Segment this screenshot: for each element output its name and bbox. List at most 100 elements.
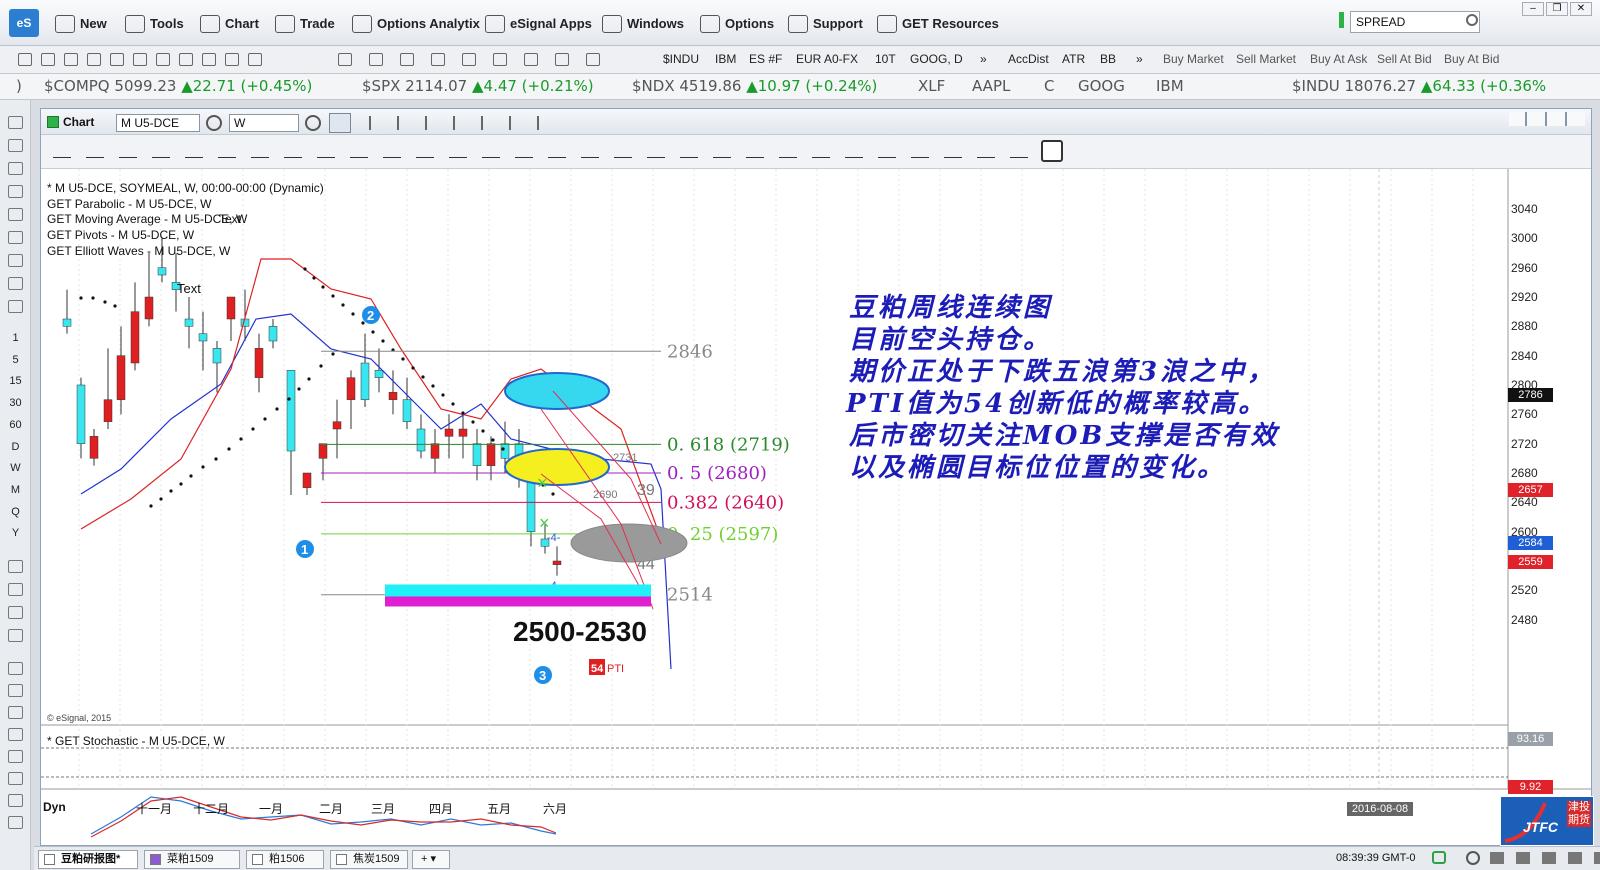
toolbar-item[interactable]: » [980, 52, 987, 66]
toolbar-item[interactable]: GOOG, D [910, 52, 963, 66]
menu-trade[interactable]: Trade [275, 12, 335, 36]
toolbar-item[interactable]: Buy At Ask [1310, 52, 1367, 66]
sidebar-tool-icon[interactable] [8, 816, 23, 829]
toolbar-item[interactable]: ATR [1062, 52, 1085, 66]
ticker-item-aapl[interactable]: AAPL [972, 77, 1010, 95]
toolbar-item[interactable]: » [1136, 52, 1143, 66]
menu-get-resources[interactable]: GET Resources [877, 12, 999, 36]
interval-d[interactable]: D [8, 441, 23, 453]
sidebar-tool-icon[interactable] [8, 277, 23, 290]
ticker-item-spx[interactable]: $SPX 2114.07 ▲4.47 (+0.21%) [362, 77, 594, 95]
page-tab[interactable]: 豆粕研报图* [38, 850, 138, 869]
settings-icon[interactable] [206, 115, 222, 131]
interval-15[interactable]: 15 [8, 375, 23, 387]
drawing-tool-icon[interactable] [449, 146, 467, 158]
sidebar-tool-icon[interactable] [8, 662, 23, 675]
toolbar-tool-icon[interactable] [41, 53, 55, 66]
toolbar-tool-icon[interactable] [87, 53, 101, 66]
drawing-tool-icon[interactable] [614, 146, 632, 158]
drawing-tool-icon[interactable] [416, 146, 434, 158]
interval-1[interactable]: 1 [8, 332, 23, 344]
sidebar-tool-icon[interactable] [8, 560, 23, 573]
menu-support[interactable]: Support [788, 12, 863, 36]
dynamic-label[interactable]: Dyn [43, 800, 66, 814]
toolbar-tool-icon[interactable] [369, 53, 383, 66]
interval-w[interactable]: W [8, 462, 23, 474]
minimize-icon[interactable]: – [1522, 2, 1544, 16]
close-icon[interactable]: ✕ [1570, 2, 1592, 16]
sidebar-tool-icon[interactable] [8, 728, 23, 741]
menu-tools[interactable]: Tools [125, 12, 184, 36]
sidebar-tool-icon[interactable] [8, 254, 23, 267]
menu-windows[interactable]: Windows [602, 12, 684, 36]
sidebar-tool-icon[interactable] [8, 706, 23, 719]
sidebar-tool-icon[interactable] [8, 772, 23, 785]
menu-new[interactable]: New [55, 12, 107, 36]
toolbar-tool-icon[interactable] [586, 53, 600, 66]
interval-y[interactable]: Y [8, 527, 23, 539]
drawing-tool-icon[interactable] [350, 146, 368, 158]
toolbar-tool-icon[interactable] [400, 53, 414, 66]
page-tab[interactable]: 菜粕1509 [144, 850, 240, 869]
toolbar-tool-icon[interactable] [524, 53, 538, 66]
interval-m[interactable]: M [8, 484, 23, 496]
interval-30[interactable]: 30 [8, 397, 23, 409]
toolbar-tool-icon[interactable] [555, 53, 569, 66]
add-tab-button[interactable]: + ▾ [412, 850, 450, 869]
toolbar-tool-icon[interactable] [179, 53, 193, 66]
toolbar-tool-icon[interactable] [18, 53, 32, 66]
toolbar-tool-icon[interactable] [462, 53, 476, 66]
drawing-tool-icon[interactable] [152, 146, 170, 158]
sidebar-tool-icon[interactable] [8, 300, 23, 313]
toolbar-item[interactable]: 10T [875, 52, 896, 66]
drawing-tool-icon[interactable] [383, 146, 401, 158]
drawing-tool-icon[interactable] [251, 146, 269, 158]
magnet-icon[interactable] [1041, 140, 1063, 162]
drawing-tool-icon[interactable] [515, 146, 533, 158]
search-icon[interactable] [1466, 14, 1478, 26]
ticker-item-compq[interactable]: $COMPQ 5099.23 ▲22.71 (+0.45%) [44, 77, 312, 95]
toolbar-item[interactable]: IBM [715, 52, 736, 66]
symbol-search-input[interactable]: SPREAD [1350, 11, 1480, 33]
toolbar-tool-icon[interactable] [202, 53, 216, 66]
drawing-tool-icon[interactable] [944, 146, 962, 158]
toolbar-tool-icon[interactable] [133, 53, 147, 66]
menu-chart[interactable]: Chart [200, 12, 259, 36]
drawing-tool-icon[interactable] [812, 146, 830, 158]
esignal-logo[interactable]: eS [9, 9, 39, 37]
toolbar-item[interactable]: $INDU [663, 52, 699, 66]
page-tab[interactable]: 粕1506 [246, 850, 324, 869]
sidebar-tool-icon[interactable] [8, 231, 23, 244]
toolbar-item[interactable]: Buy Market [1163, 52, 1224, 66]
drawing-tool-icon[interactable] [977, 146, 995, 158]
toolbar-item[interactable]: ES #F [749, 52, 782, 66]
interval-q[interactable]: Q [8, 506, 23, 518]
chat-icon[interactable] [1432, 851, 1446, 864]
toolbar-tool-icon[interactable] [156, 53, 170, 66]
sidebar-tool-icon[interactable] [8, 116, 23, 129]
menu-esignal-apps[interactable]: eSignal Apps [485, 12, 592, 36]
menu-options-analytix[interactable]: Options Analytix [352, 12, 480, 36]
drawing-tool-icon[interactable] [779, 146, 797, 158]
drawing-tool-icon[interactable] [548, 146, 566, 158]
toolbar-item[interactable]: Sell At Bid [1377, 52, 1432, 66]
restore-icon[interactable]: ❐ [1546, 2, 1568, 16]
ticker-item-ndx[interactable]: $NDX 4519.86 ▲10.97 (+0.24%) [632, 77, 877, 95]
drawing-tool-icon[interactable] [746, 146, 764, 158]
window-buttons[interactable] [1509, 112, 1585, 126]
drawing-tool-icon[interactable] [53, 146, 71, 158]
drawing-tool-icon[interactable] [185, 146, 203, 158]
ticker-item-ibm[interactable]: IBM [1156, 77, 1184, 95]
ticker-item-c[interactable]: C [1044, 77, 1054, 95]
drawing-tool-icon[interactable] [680, 146, 698, 158]
toolbar-item[interactable]: Sell Market [1236, 52, 1296, 66]
drawing-tool-icon[interactable] [482, 146, 500, 158]
drawing-tool-icon[interactable] [1010, 146, 1028, 158]
drawing-tool-icon[interactable] [845, 146, 863, 158]
drawing-tool-icon[interactable] [713, 146, 731, 158]
symbol-select[interactable]: M U5-DCE [116, 114, 200, 132]
toolbar-tool-icon[interactable] [248, 53, 262, 66]
toolbar-item[interactable]: BB [1100, 52, 1116, 66]
toolbar-item[interactable]: EUR A0-FX [796, 52, 858, 66]
sidebar-tool-icon[interactable] [8, 185, 23, 198]
